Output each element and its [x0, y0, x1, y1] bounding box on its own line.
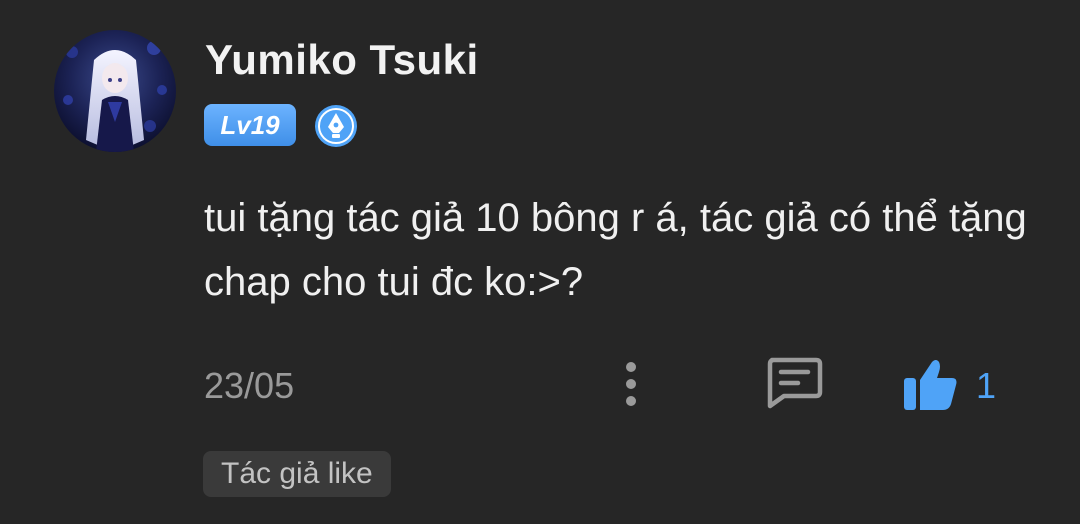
- more-button[interactable]: [612, 358, 650, 412]
- author-liked-tag: Tác giả like: [203, 451, 391, 497]
- quill-pen-badge-icon: [313, 103, 359, 149]
- level-badge: Lv19: [204, 104, 296, 146]
- more-vertical-icon: [626, 362, 636, 406]
- like-count: 1: [976, 365, 997, 406]
- comment-icon: [767, 357, 823, 409]
- comment-date: 23/05: [204, 365, 295, 406]
- comment-card: Yumiko Tsuki Lv19 tui tặng tác giả 10 bô…: [0, 0, 1080, 524]
- thumbs-up-icon: [904, 360, 957, 410]
- anime-avatar-icon: [54, 30, 176, 152]
- username[interactable]: Yumiko Tsuki: [205, 36, 479, 84]
- reply-button[interactable]: [762, 354, 826, 412]
- comment-text: tui tặng tác giả 10 bông r á, tác giả có…: [204, 196, 1027, 304]
- like-button[interactable]: 1: [898, 354, 1008, 414]
- avatar[interactable]: [54, 30, 176, 152]
